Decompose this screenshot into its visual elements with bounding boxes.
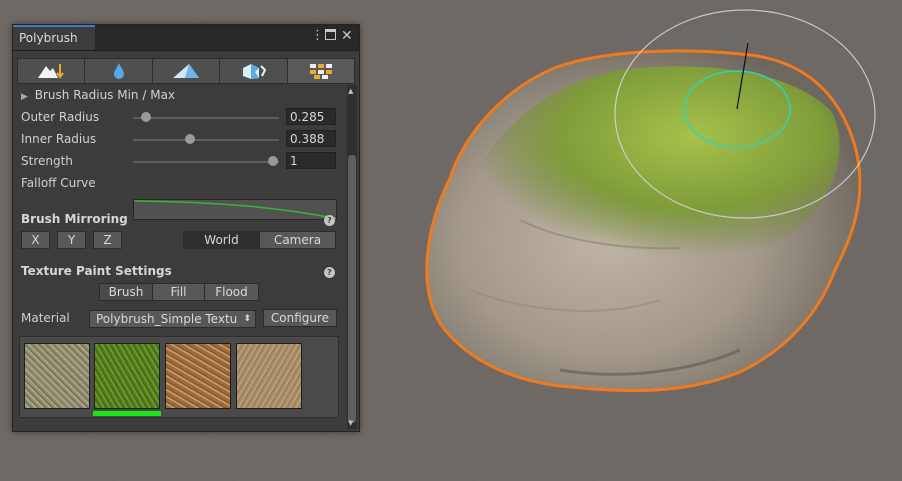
mirror-x-toggle[interactable]: X	[21, 231, 50, 249]
selected-swatch-indicator	[93, 411, 161, 416]
panel-scrollbar[interactable]: ▲ ▼	[347, 85, 357, 429]
inner-radius-label: Inner Radius	[21, 132, 97, 146]
material-dropdown-value: Polybrush_Simple Textu	[96, 312, 238, 326]
strength-field[interactable]: 1	[286, 152, 336, 169]
texture-palette	[19, 336, 339, 418]
scrollbar-thumb[interactable]	[348, 155, 356, 423]
paint-mode-flood[interactable]: Flood	[204, 283, 259, 301]
mode-toolbar	[17, 58, 356, 84]
foldout-arrow-icon: ▶	[21, 92, 28, 102]
scroll-up-arrow-icon[interactable]: ▲	[348, 87, 353, 95]
paint-mode-brush[interactable]: Brush	[99, 283, 153, 301]
outer-radius-slider[interactable]	[133, 117, 279, 119]
inner-radius-slider-handle[interactable]	[185, 134, 195, 144]
falloff-curve-field[interactable]	[133, 199, 337, 220]
mirror-space-world[interactable]: World	[183, 231, 260, 249]
outer-radius-field[interactable]: 0.285	[286, 108, 336, 125]
texture-swatch-moss[interactable]	[94, 343, 160, 409]
paint-mode-fill[interactable]: Fill	[152, 283, 205, 301]
scroll-down-arrow-icon[interactable]: ▼	[348, 419, 353, 427]
dropdown-arrows-icon: ⬍	[243, 314, 251, 324]
material-label: Material	[21, 311, 70, 325]
texture-paint-settings-title: Texture Paint Settings	[21, 264, 172, 278]
outer-radius-label: Outer Radius	[21, 110, 100, 124]
scatter-mode-button[interactable]	[219, 58, 287, 84]
pyramid-icon	[173, 64, 200, 78]
help-icon[interactable]: ?	[324, 215, 335, 226]
strength-slider-handle[interactable]	[268, 156, 278, 166]
texture-mode-button[interactable]	[286, 58, 356, 84]
inner-radius-field[interactable]: 0.388	[286, 130, 336, 147]
texture-swatch-sand[interactable]	[236, 343, 302, 409]
smooth-mode-button[interactable]	[84, 58, 152, 84]
brush-mirroring-title: Brush Mirroring	[21, 212, 128, 226]
configure-button[interactable]: Configure	[263, 309, 337, 327]
inner-radius-slider[interactable]	[133, 139, 279, 141]
texture-swatch-dirt[interactable]	[165, 343, 231, 409]
mirror-y-toggle[interactable]: Y	[57, 231, 86, 249]
mirror-space-camera[interactable]: Camera	[259, 231, 336, 249]
help-icon[interactable]: ?	[324, 267, 335, 278]
falloff-curve-label: Falloff Curve	[21, 176, 96, 190]
droplet-icon	[113, 63, 124, 79]
outer-radius-slider-handle[interactable]	[141, 112, 151, 122]
sculpt-mode-button[interactable]	[17, 58, 85, 84]
close-icon[interactable]: ✕	[341, 29, 353, 43]
prefab-icon	[243, 64, 267, 79]
paint-mode-button[interactable]	[151, 58, 220, 84]
polybrush-window: Polybrush ⋮ ✕ ▶ Brush Radius Min / Max O…	[12, 24, 360, 432]
raise-lower-icon	[38, 64, 65, 79]
maximize-icon[interactable]	[325, 29, 336, 44]
window-tab[interactable]: Polybrush	[13, 25, 95, 50]
mirror-z-toggle[interactable]: Z	[93, 231, 122, 249]
window-titlebar: Polybrush ⋮ ✕	[13, 25, 359, 51]
texture-blocks-icon	[309, 64, 332, 79]
strength-label: Strength	[21, 154, 73, 168]
brush-radius-header: Brush Radius Min / Max	[34, 88, 176, 102]
material-dropdown[interactable]: Polybrush_Simple Textu ⬍	[89, 310, 256, 328]
brush-radius-foldout[interactable]: ▶ Brush Radius Min / Max	[21, 85, 175, 105]
strength-slider[interactable]	[133, 161, 279, 163]
texture-swatch-gravel[interactable]	[24, 343, 90, 409]
kebab-menu-icon[interactable]: ⋮	[311, 29, 324, 43]
